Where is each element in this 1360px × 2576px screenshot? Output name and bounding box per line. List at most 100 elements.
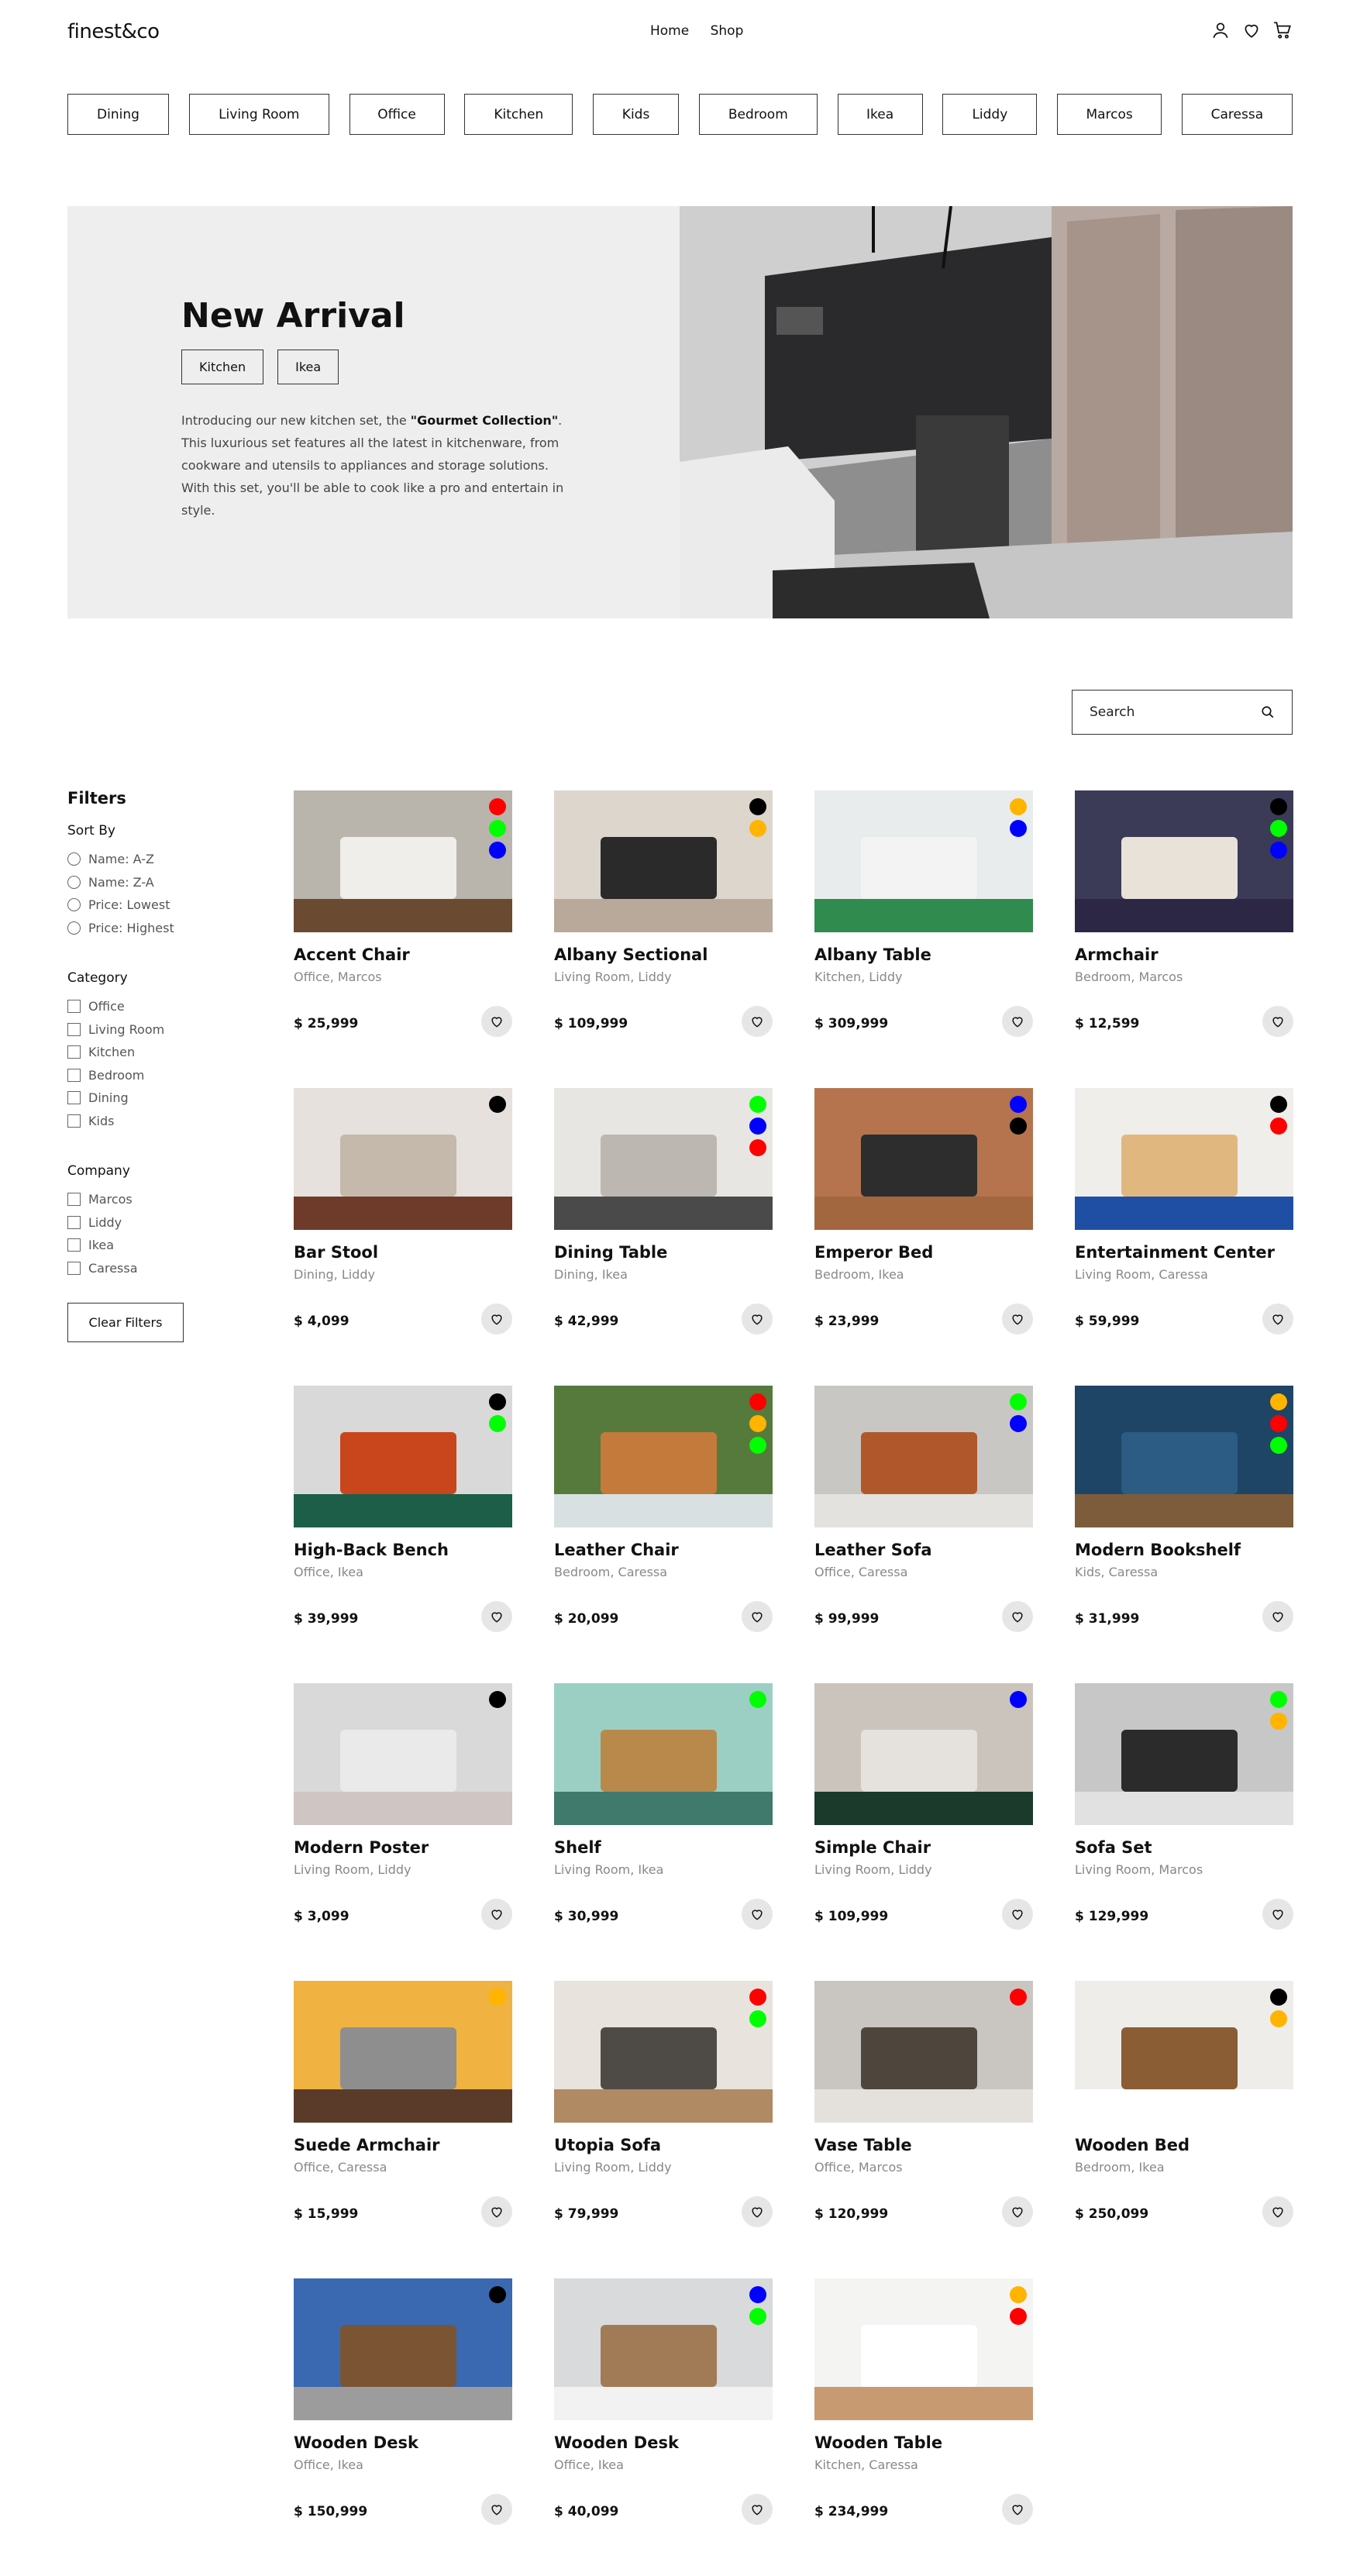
color-swatch[interactable] <box>489 1415 506 1432</box>
product-image[interactable] <box>294 1683 512 1825</box>
color-swatch[interactable] <box>1010 798 1027 815</box>
sort-option[interactable]: Price: Highest <box>67 917 269 940</box>
product-card[interactable]: Emperor Bed Bedroom, Ikea $ 23,999 <box>814 1088 1033 1344</box>
product-image[interactable] <box>294 1088 512 1230</box>
color-swatch[interactable] <box>1270 1437 1287 1454</box>
color-swatch[interactable] <box>749 1691 766 1708</box>
checkbox[interactable] <box>67 1261 81 1275</box>
product-name[interactable]: Wooden Desk <box>294 2433 418 2452</box>
nav-home[interactable]: Home <box>650 23 689 39</box>
color-swatch[interactable] <box>489 1096 506 1113</box>
company-option[interactable]: Caressa <box>67 1257 269 1280</box>
color-swatch[interactable] <box>1270 1393 1287 1410</box>
color-swatch[interactable] <box>749 1437 766 1454</box>
product-image[interactable] <box>1075 1683 1293 1825</box>
brand-logo[interactable]: finest&co <box>67 20 160 43</box>
product-card[interactable]: Bar Stool Dining, Liddy $ 4,099 <box>294 1088 512 1344</box>
checkbox[interactable] <box>67 1215 81 1229</box>
color-swatch[interactable] <box>749 2308 766 2325</box>
product-image[interactable] <box>1075 1088 1293 1230</box>
search-box[interactable]: Search <box>1072 690 1293 735</box>
product-image[interactable] <box>554 1981 773 2123</box>
color-swatch[interactable] <box>489 1393 506 1410</box>
category-option[interactable]: Kids <box>67 1110 269 1133</box>
product-name[interactable]: Emperor Bed <box>814 1243 933 1262</box>
color-swatch[interactable] <box>489 2286 506 2303</box>
hero-tag-kitchen[interactable]: Kitchen <box>181 350 264 384</box>
checkbox[interactable] <box>67 1045 81 1059</box>
category-option[interactable]: Bedroom <box>67 1064 269 1087</box>
product-card[interactable]: Suede Armchair Office, Caressa $ 15,999 <box>294 1981 512 2237</box>
color-swatch[interactable] <box>1270 842 1287 859</box>
color-swatch[interactable] <box>749 798 766 815</box>
product-image[interactable] <box>814 1088 1033 1230</box>
color-swatch[interactable] <box>1270 1415 1287 1432</box>
product-card[interactable]: Modern Poster Living Room, Liddy $ 3,099 <box>294 1683 512 1939</box>
color-swatch[interactable] <box>1010 820 1027 837</box>
product-name[interactable]: Shelf <box>554 1838 601 1857</box>
category-living-room[interactable]: Living Room <box>188 94 329 135</box>
color-swatch[interactable] <box>1270 820 1287 837</box>
search-icon[interactable] <box>1261 705 1275 719</box>
checkbox[interactable] <box>67 1000 81 1014</box>
product-name[interactable]: Albany Table <box>814 945 931 964</box>
product-card[interactable]: Shelf Living Room, Ikea $ 30,999 <box>554 1683 773 1939</box>
product-image[interactable] <box>294 2278 512 2420</box>
product-image[interactable] <box>814 1683 1033 1825</box>
favorite-button[interactable] <box>1262 1006 1293 1037</box>
favorite-button[interactable] <box>1262 2196 1293 2227</box>
company-option[interactable]: Ikea <box>67 1234 269 1257</box>
color-swatch[interactable] <box>489 1989 506 2006</box>
favorite-button[interactable] <box>481 1899 512 1930</box>
favorite-button[interactable] <box>742 1899 773 1930</box>
favorite-button[interactable] <box>742 1006 773 1037</box>
cart-icon[interactable] <box>1272 20 1293 40</box>
product-card[interactable]: Leather Chair Bedroom, Caressa $ 20,099 <box>554 1386 773 1641</box>
favorite-button[interactable] <box>1002 2494 1033 2525</box>
product-card[interactable]: Accent Chair Office, Marcos $ 25,999 <box>294 790 512 1046</box>
product-image[interactable] <box>814 1981 1033 2123</box>
checkbox[interactable] <box>67 1022 81 1036</box>
color-swatch[interactable] <box>1270 1118 1287 1135</box>
color-swatch[interactable] <box>749 1096 766 1113</box>
color-swatch[interactable] <box>1010 1989 1027 2006</box>
product-card[interactable]: Entertainment Center Living Room, Caressa… <box>1075 1088 1293 1344</box>
product-image[interactable] <box>554 1088 773 1230</box>
product-name[interactable]: Suede Armchair <box>294 2136 440 2154</box>
favorite-button[interactable] <box>742 2494 773 2525</box>
clear-filters-button[interactable]: Clear Filters <box>67 1303 184 1342</box>
favorite-button[interactable] <box>742 1601 773 1632</box>
product-name[interactable]: Leather Chair <box>554 1541 679 1559</box>
product-image[interactable] <box>294 1981 512 2123</box>
product-image[interactable] <box>1075 1981 1293 2123</box>
product-image[interactable] <box>294 790 512 932</box>
favorite-button[interactable] <box>481 2494 512 2525</box>
product-name[interactable]: Sofa Set <box>1075 1838 1152 1857</box>
radio-button[interactable] <box>67 875 81 889</box>
color-swatch[interactable] <box>489 820 506 837</box>
category-option[interactable]: Office <box>67 995 269 1018</box>
color-swatch[interactable] <box>1010 1096 1027 1113</box>
product-name[interactable]: Wooden Bed <box>1075 2136 1190 2154</box>
product-image[interactable] <box>814 2278 1033 2420</box>
product-name[interactable]: Simple Chair <box>814 1838 931 1857</box>
checkbox[interactable] <box>67 1193 81 1207</box>
product-name[interactable]: Modern Poster <box>294 1838 429 1857</box>
category-caressa[interactable]: Caressa <box>1181 94 1293 135</box>
product-name[interactable]: Utopia Sofa <box>554 2136 661 2154</box>
color-swatch[interactable] <box>1010 1691 1027 1708</box>
product-name[interactable]: Wooden Desk <box>554 2433 679 2452</box>
category-dining[interactable]: Dining <box>67 94 169 135</box>
product-card[interactable]: Albany Sectional Living Room, Liddy $ 109,… <box>554 790 773 1046</box>
product-image[interactable] <box>554 790 773 932</box>
color-swatch[interactable] <box>749 1989 766 2006</box>
product-card[interactable]: Albany Table Kitchen, Liddy $ 309,999 <box>814 790 1033 1046</box>
product-name[interactable]: Modern Bookshelf <box>1075 1541 1241 1559</box>
product-image[interactable] <box>554 2278 773 2420</box>
search-input[interactable]: Search <box>1090 704 1134 720</box>
product-image[interactable] <box>814 790 1033 932</box>
favorite-button[interactable] <box>481 1006 512 1037</box>
favorite-button[interactable] <box>1262 1899 1293 1930</box>
product-card[interactable]: Wooden Table Kitchen, Caressa $ 234,999 <box>814 2278 1033 2534</box>
favorite-button[interactable] <box>481 1303 512 1334</box>
